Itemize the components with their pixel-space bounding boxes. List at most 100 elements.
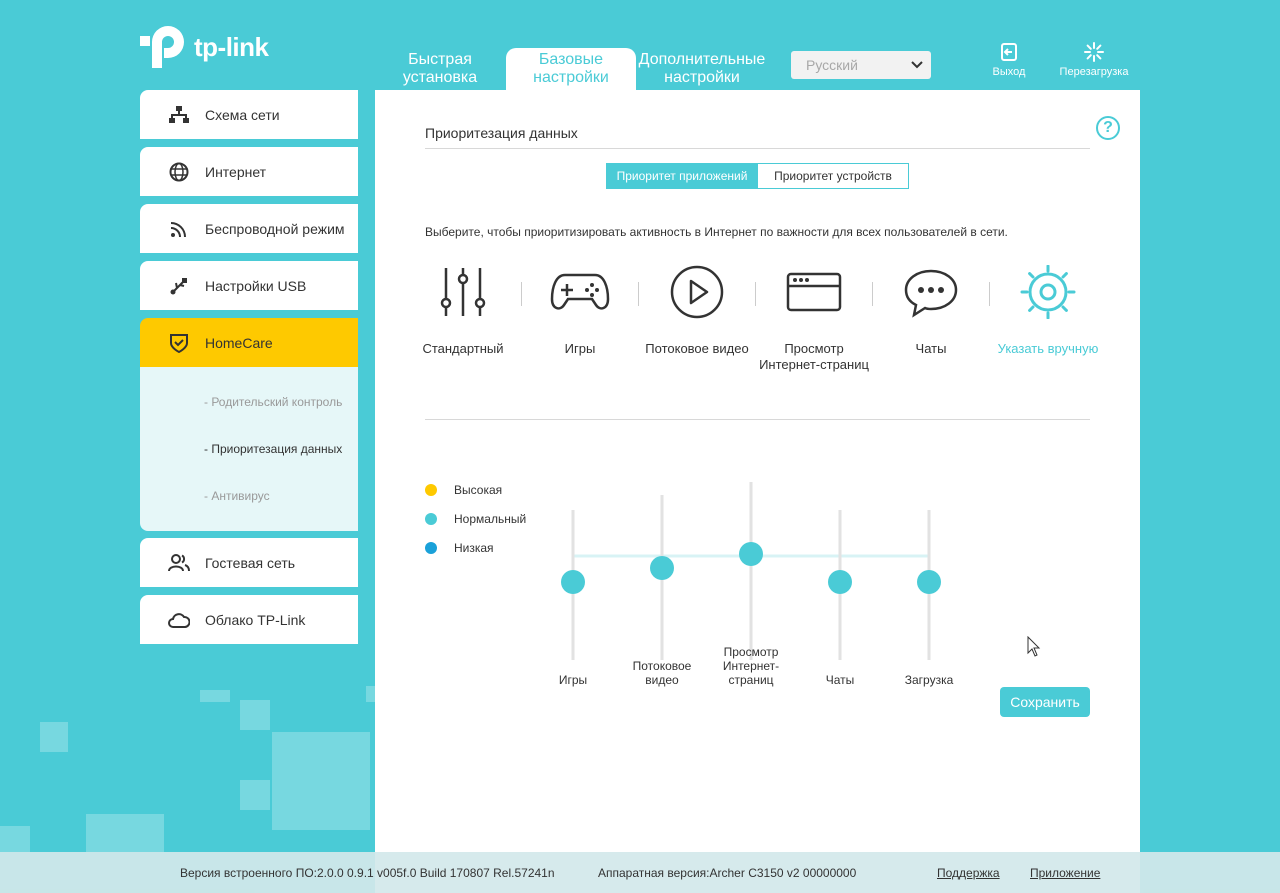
- usb-icon: [168, 275, 190, 297]
- priority-slider[interactable]: Игры: [559, 510, 587, 687]
- slider-label: Загрузка: [905, 673, 954, 687]
- shield-icon: [168, 332, 190, 354]
- tab-app-priority[interactable]: Приоритет приложений: [606, 163, 758, 189]
- footer: Версия встроенного ПО:2.0.0 0.9.1 v005f.…: [0, 852, 1280, 893]
- slider-knob[interactable]: [917, 570, 941, 594]
- legend-label: Высокая: [454, 483, 503, 497]
- cloud-icon: [168, 609, 190, 631]
- tp-link-logo-icon: [140, 22, 190, 72]
- slider-label: Игры: [559, 673, 587, 687]
- mode-separator: [521, 282, 522, 306]
- submenu-parental-control[interactable]: - Родительский контроль: [204, 395, 342, 409]
- wireless-icon: [168, 218, 190, 240]
- language-select[interactable]: Русский: [791, 51, 931, 79]
- mode-chat[interactable]: Чаты: [876, 265, 986, 357]
- help-icon[interactable]: ?: [1096, 116, 1120, 140]
- legend-dot-low: [425, 542, 437, 554]
- mode-label: Потоковое видео: [645, 341, 749, 356]
- slider-knob[interactable]: [828, 570, 852, 594]
- mouse-cursor-icon: [1027, 636, 1041, 657]
- sidebar-item-tp-link-cloud[interactable]: Облако TP-Link: [140, 595, 358, 644]
- sidebar-item-label: Облако TP-Link: [205, 611, 306, 628]
- priority-slider[interactable]: Чаты: [826, 510, 855, 687]
- sidebar-item-label: Беспроводной режим: [205, 220, 345, 237]
- priority-sliders: Игры Потоковое видео Просмотр Интернет-стран…: [559, 482, 954, 687]
- reboot-button[interactable]: Перезагрузка: [1056, 42, 1132, 78]
- mode-gaming[interactable]: Игры: [525, 265, 635, 357]
- browser-icon: [786, 272, 842, 312]
- legend-low: Низкая: [425, 541, 494, 555]
- app-link[interactable]: Приложение: [1030, 866, 1100, 880]
- sidebar-item-guest-network[interactable]: Гостевая сеть: [140, 538, 358, 587]
- logout-button[interactable]: Выход: [985, 42, 1033, 78]
- sidebar-item-network-map[interactable]: Схема сети: [140, 90, 358, 139]
- firmware-version: Версия встроенного ПО:2.0.0 0.9.1 v005f.…: [180, 866, 555, 880]
- chat-icon: [904, 269, 958, 318]
- language-selected: Русский: [806, 57, 858, 73]
- tp-link-logo: tp-link: [140, 22, 269, 72]
- tab-basic-settings[interactable]: Базовые настройки: [506, 48, 636, 90]
- mode-separator: [872, 282, 873, 306]
- main-panel: Приоритезация данных ? Приоритет приложе…: [375, 90, 1140, 893]
- reboot-icon: [1084, 42, 1104, 62]
- legend-label: Низкая: [454, 541, 494, 555]
- play-icon: [670, 265, 724, 319]
- tab-quick-setup[interactable]: Быстрая установка: [375, 48, 505, 90]
- legend-high: Высокая: [425, 483, 502, 497]
- sliders-icon: [440, 268, 486, 316]
- mode-label: Игры: [564, 341, 596, 356]
- gamepad-icon: [550, 273, 610, 310]
- sidebar-item-internet[interactable]: Интернет: [140, 147, 358, 196]
- tab-device-priority[interactable]: Приоритет устройств: [757, 163, 909, 189]
- mode-standard[interactable]: Стандартный: [408, 265, 518, 357]
- mode-surfing[interactable]: Просмотр Интернет-страниц: [759, 265, 869, 373]
- legend-label: Нормальный: [454, 512, 527, 526]
- priority-slider[interactable]: Загрузка: [905, 510, 954, 687]
- sidebar-item-wireless[interactable]: Беспроводной режим: [140, 204, 358, 253]
- description-text: Выберите, чтобы приоритизировать активно…: [425, 225, 1008, 239]
- slider-knob[interactable]: [650, 556, 674, 580]
- priority-slider[interactable]: Потоковое видео: [633, 495, 692, 687]
- logout-icon: [1001, 43, 1017, 61]
- slider-label: Чаты: [826, 673, 855, 687]
- globe-icon: [168, 161, 190, 183]
- reboot-label: Перезагрузка: [1059, 66, 1129, 78]
- mode-streaming[interactable]: Потоковое видео: [642, 265, 752, 357]
- mode-separator: [755, 282, 756, 306]
- chevron-down-icon: [911, 51, 923, 89]
- title-divider: [425, 148, 1090, 149]
- guest-users-icon: [168, 552, 190, 574]
- priority-slider[interactable]: Просмотр Интернет-страниц: [723, 482, 779, 687]
- network-map-icon: [168, 104, 190, 126]
- sidebar-item-usb[interactable]: Настройки USB: [140, 261, 358, 310]
- section-divider: [425, 419, 1090, 420]
- mode-custom[interactable]: Указать вручную: [993, 265, 1103, 357]
- gear-icon: [1020, 265, 1076, 319]
- sidebar-item-label: Схема сети: [205, 106, 280, 123]
- sidebar-item-label: Настройки USB: [205, 277, 307, 294]
- sidebar-item-label: HomeCare: [205, 334, 273, 351]
- tab-advanced-settings[interactable]: Дополнительные настройки: [637, 48, 767, 90]
- mode-separator: [989, 282, 990, 306]
- mode-label: Просмотр Интернет-страниц: [759, 341, 869, 372]
- sidebar-item-label: Интернет: [205, 163, 267, 180]
- sidebar-item-label: Гостевая сеть: [205, 554, 296, 571]
- slider-knob[interactable]: [561, 570, 585, 594]
- brand-name: tp-link: [194, 31, 269, 62]
- support-link[interactable]: Поддержка: [937, 866, 1000, 880]
- legend-dot-normal: [425, 513, 437, 525]
- page-title: Приоритезация данных: [425, 125, 578, 141]
- homecare-submenu: - Родительский контроль - Приоритезация …: [140, 367, 358, 531]
- mode-label: Чаты: [915, 341, 947, 356]
- save-button[interactable]: Сохранить: [1000, 687, 1090, 717]
- submenu-qos[interactable]: - Приоритезация данных: [204, 442, 342, 456]
- sidebar-item-homecare[interactable]: HomeCare: [140, 318, 358, 367]
- slider-knob[interactable]: [739, 542, 763, 566]
- hardware-version: Аппаратная версия:Archer C3150 v2 000000…: [598, 866, 857, 880]
- submenu-antivirus[interactable]: - Антивирус: [204, 489, 270, 503]
- slider-label: Потоковое видео: [633, 659, 692, 687]
- legend-dot-high: [425, 484, 437, 496]
- slider-label: Просмотр Интернет-страниц: [723, 645, 779, 687]
- legend-normal: Нормальный: [425, 512, 526, 526]
- mode-label: Указать вручную: [997, 341, 1099, 356]
